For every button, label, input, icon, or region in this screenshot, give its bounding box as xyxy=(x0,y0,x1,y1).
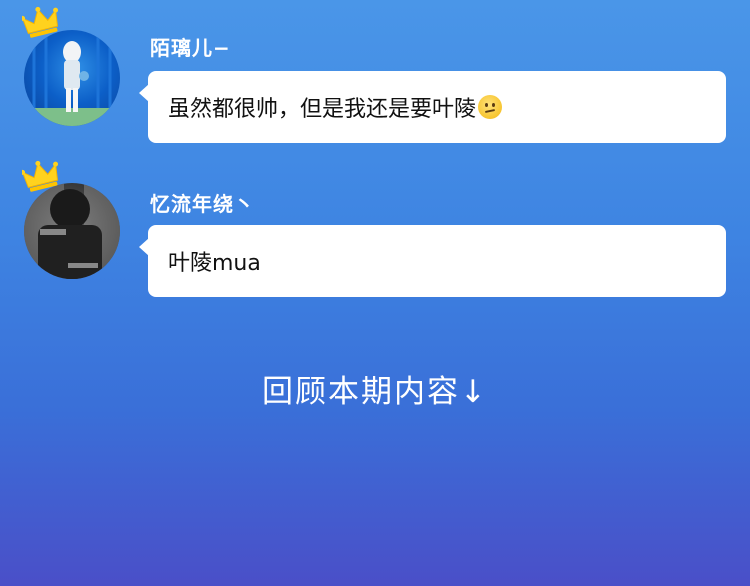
message-text: 叶陵mua xyxy=(168,251,261,276)
avatar-photo-icon xyxy=(24,30,120,126)
message-bubble: 虽然都很帅，但是我还是要叶陵 xyxy=(139,71,726,143)
avatar[interactable] xyxy=(24,30,120,126)
crown-icon xyxy=(22,160,59,192)
message-text: 虽然都很帅，但是我还是要叶陵 xyxy=(168,97,477,122)
review-link[interactable]: 回顾本期内容↓ xyxy=(0,366,750,411)
avatar-photo-icon xyxy=(24,183,120,279)
avatar[interactable] xyxy=(24,183,120,279)
message-bubble: 叶陵mua xyxy=(139,225,726,297)
username: 忆流年绕丶 xyxy=(150,192,255,216)
confused-face-emoji-icon xyxy=(478,95,503,119)
crown-icon xyxy=(22,6,59,38)
username: 陌璃儿− xyxy=(150,36,231,60)
